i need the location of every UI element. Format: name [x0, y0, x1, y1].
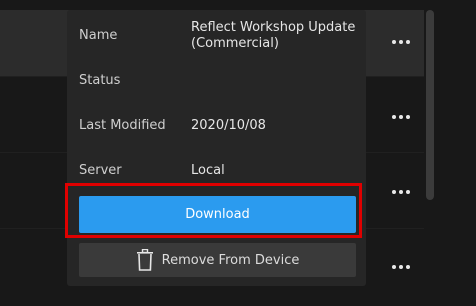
- remove-from-device-label: Remove From Device: [161, 252, 300, 268]
- last-modified-label: Last Modified: [79, 118, 166, 133]
- status-label: Status: [79, 73, 121, 88]
- more-horizontal-icon: [392, 190, 396, 194]
- server-value: Local: [191, 163, 225, 178]
- more-horizontal-icon: [392, 115, 396, 119]
- name-value: Reflect Workshop Update (Commercial): [191, 20, 356, 51]
- server-label: Server: [79, 163, 122, 178]
- more-options-button[interactable]: [386, 184, 416, 200]
- scrollbar-thumb[interactable]: [426, 10, 434, 200]
- more-options-button[interactable]: [386, 259, 416, 275]
- more-options-button[interactable]: [386, 34, 416, 50]
- more-horizontal-icon: [392, 265, 396, 269]
- scrollbar[interactable]: [424, 10, 436, 200]
- last-modified-value: 2020/10/08: [191, 118, 266, 133]
- highlight-annotation: [65, 183, 362, 238]
- more-horizontal-icon: [392, 40, 396, 44]
- remove-from-device-button[interactable]: Remove From Device: [79, 243, 356, 277]
- trash-icon: [136, 249, 154, 271]
- name-label: Name: [79, 28, 118, 43]
- more-options-button[interactable]: [386, 109, 416, 125]
